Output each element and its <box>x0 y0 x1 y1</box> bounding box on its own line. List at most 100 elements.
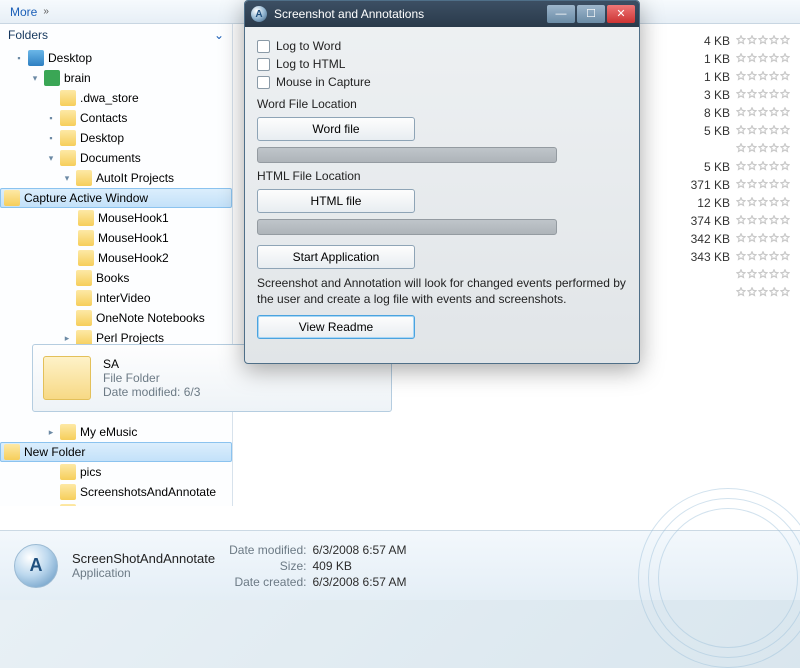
maximize-button[interactable]: ☐ <box>577 5 605 23</box>
star-icon <box>780 142 790 152</box>
tree-label: OneNote Notebooks <box>96 311 205 325</box>
rating-stars[interactable] <box>736 282 794 300</box>
folder-tree: ▪Desktop ▾brain .dwa_store ▪Contacts ▪De… <box>0 46 232 506</box>
tree-item-onenote[interactable]: OneNote Notebooks <box>0 308 232 328</box>
tree-item-mousehook1b[interactable]: MouseHook1 <box>0 228 232 248</box>
word-location-label: Word File Location <box>257 97 627 111</box>
button-label: Word file <box>312 122 359 136</box>
tree-item-desktop2[interactable]: ▪Desktop <box>0 128 232 148</box>
minimize-button[interactable]: — <box>547 5 575 23</box>
rating-stars[interactable] <box>736 30 794 48</box>
checkbox-mouse-capture[interactable] <box>257 76 270 89</box>
status-bar: A ScreenShotAndAnnotate Application Date… <box>0 530 800 600</box>
word-file-path[interactable] <box>257 147 557 163</box>
checkbox-log-word[interactable] <box>257 40 270 53</box>
html-location-label: HTML File Location <box>257 169 627 183</box>
view-readme-button[interactable]: View Readme <box>257 315 415 339</box>
star-icon <box>780 160 790 170</box>
tree-item-myemusic[interactable]: ▸My eMusic <box>0 422 232 442</box>
tree-item-mousehook2[interactable]: MouseHook2 <box>0 248 232 268</box>
statusbar-modified-label: Date modified: <box>229 543 306 557</box>
start-application-button[interactable]: Start Application <box>257 245 415 269</box>
star-icon <box>769 196 779 206</box>
rating-stars[interactable] <box>736 102 794 120</box>
rating-stars[interactable] <box>736 264 794 282</box>
tree-item-pics[interactable]: pics <box>0 462 232 482</box>
html-file-path[interactable] <box>257 219 557 235</box>
star-icon <box>747 232 757 242</box>
button-label: Start Application <box>293 250 380 264</box>
tooltip-name: SA <box>103 357 200 371</box>
rating-stars[interactable] <box>736 192 794 210</box>
tree-item-desktop[interactable]: ▪Desktop <box>0 48 232 68</box>
tree-label: Capture Active Window <box>24 191 148 205</box>
tree-item-brain[interactable]: ▾brain <box>0 68 232 88</box>
file-size: 5 KB <box>670 122 730 140</box>
star-icon <box>758 70 768 80</box>
tree-item-capture[interactable]: Capture Active Window <box>0 188 232 208</box>
rating-stars[interactable] <box>736 48 794 66</box>
tree-label: .dwa_store <box>80 91 139 105</box>
rating-column <box>736 30 794 300</box>
rating-stars[interactable] <box>736 228 794 246</box>
file-size: 12 KB <box>670 194 730 212</box>
star-icon <box>747 196 757 206</box>
tree-item-mousehook1a[interactable]: MouseHook1 <box>0 208 232 228</box>
star-icon <box>758 196 768 206</box>
star-icon <box>758 232 768 242</box>
star-icon <box>747 142 757 152</box>
dialog-titlebar[interactable]: A Screenshot and Annotations — ☐ ✕ <box>245 1 639 27</box>
tree-item-autoit[interactable]: ▾AutoIt Projects <box>0 168 232 188</box>
checkbox-label: Log to Word <box>276 39 341 53</box>
rating-stars[interactable] <box>736 120 794 138</box>
star-icon <box>747 214 757 224</box>
tree-item-intervideo[interactable]: InterVideo <box>0 288 232 308</box>
tree-label: New Folder <box>24 445 85 459</box>
html-file-button[interactable]: HTML file <box>257 189 415 213</box>
tree-item-contacts[interactable]: ▪Contacts <box>0 108 232 128</box>
rating-stars[interactable] <box>736 84 794 102</box>
tree-item-screenshots[interactable]: ScreenshotsAndAnnotate <box>0 482 232 502</box>
star-icon <box>769 268 779 278</box>
rating-stars[interactable] <box>736 138 794 156</box>
star-icon <box>769 214 779 224</box>
file-size: 8 KB <box>670 104 730 122</box>
statusbar-modified-value: 6/3/2008 6:57 AM <box>312 543 406 557</box>
dialog-app-icon: A <box>251 6 267 22</box>
chevron-down-icon[interactable]: ⌄ <box>214 28 224 42</box>
tooltip-modified-label: Date modified: <box>103 385 180 399</box>
decoration-swoosh <box>668 538 788 594</box>
tree-label: InterVideo <box>96 291 151 305</box>
rating-stars[interactable] <box>736 210 794 228</box>
tree-item-dwa[interactable]: .dwa_store <box>0 88 232 108</box>
checkbox-log-html[interactable] <box>257 58 270 71</box>
file-size: 371 KB <box>670 176 730 194</box>
tree-label: Desktop <box>48 51 92 65</box>
button-label: View Readme <box>299 320 373 334</box>
file-size: 3 KB <box>670 86 730 104</box>
star-icon <box>769 70 779 80</box>
rating-stars[interactable] <box>736 66 794 84</box>
star-icon <box>780 106 790 116</box>
star-icon <box>780 124 790 134</box>
star-icon <box>780 250 790 260</box>
word-file-button[interactable]: Word file <box>257 117 415 141</box>
tree-item-newfolder[interactable]: New Folder <box>0 442 232 462</box>
star-icon <box>769 250 779 260</box>
star-icon <box>736 52 746 62</box>
tree-item-books[interactable]: Books <box>0 268 232 288</box>
tree-item-m32v9r[interactable]: ▸m32v9r <box>0 502 232 506</box>
tree-label: My eMusic <box>80 425 137 439</box>
rating-stars[interactable] <box>736 246 794 264</box>
tree-item-documents[interactable]: ▾Documents <box>0 148 232 168</box>
file-size: 4 KB <box>670 32 730 50</box>
close-button[interactable]: ✕ <box>607 5 635 23</box>
folders-header-label: Folders <box>8 28 48 42</box>
more-link[interactable]: More <box>10 5 37 19</box>
star-icon <box>747 52 757 62</box>
star-icon <box>736 88 746 98</box>
rating-stars[interactable] <box>736 174 794 192</box>
rating-stars[interactable] <box>736 156 794 174</box>
size-column: 4 KB1 KB1 KB3 KB8 KB5 KB5 KB371 KB12 KB3… <box>670 32 730 266</box>
star-icon <box>769 286 779 296</box>
